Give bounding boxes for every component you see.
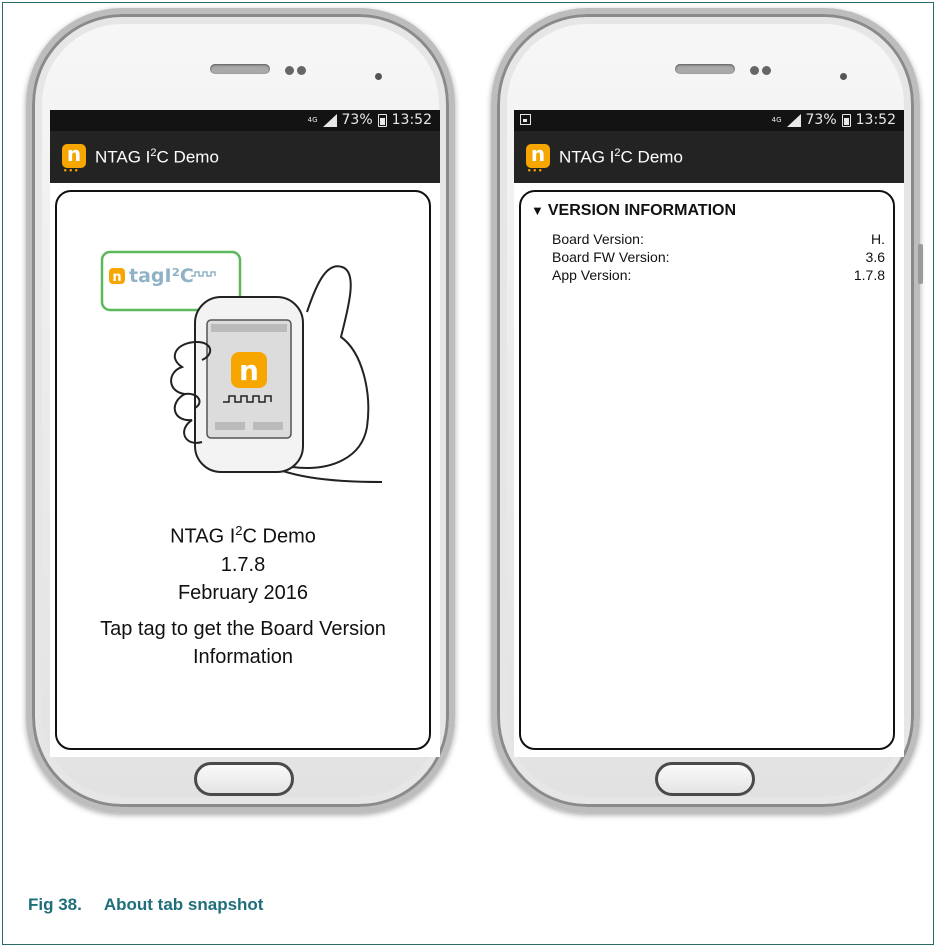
app-logo-icon: n ••• — [62, 144, 86, 175]
svg-text:n: n — [239, 354, 259, 387]
about-app-name: NTAG I2C Demo — [170, 523, 316, 548]
clock: 13:52 — [391, 112, 432, 128]
figure-title: About tab snapshot — [103, 895, 264, 914]
figure-caption: Fig 38. About tab snapshot — [28, 895, 263, 915]
figure-number: Fig 38. — [28, 895, 82, 914]
proximity-sensor — [285, 66, 294, 75]
version-info-header[interactable]: ▼ VERSION INFORMATION — [531, 202, 736, 220]
battery-percent: 73% — [805, 112, 837, 128]
home-button[interactable] — [194, 762, 294, 796]
clock: 13:52 — [855, 112, 896, 128]
app-title: NTAG I2C Demo — [95, 147, 219, 167]
version-label: Board Version: — [552, 231, 644, 247]
gallery-notification-icon — [520, 114, 531, 125]
phone-right: 4G 73% 13:52 n ••• NTAG I2C Demo ▼ VERSION… — [491, 8, 923, 813]
action-bar: n ••• NTAG I2C Demo — [514, 131, 904, 183]
status-bar: 4G 73% 13:52 — [50, 110, 440, 131]
about-date: February 2016 — [177, 581, 309, 604]
action-bar: n ••• NTAG I2C Demo — [50, 131, 440, 183]
screen-about: 4G 73% 13:52 n ••• NTAG I2C Demo n tagI²C — [50, 110, 440, 757]
version-info-panel: ▼ VERSION INFORMATION Board Version: H. B… — [519, 190, 895, 750]
version-row: App Version: 1.7.8 — [552, 266, 885, 284]
screen-version-info: 4G 73% 13:52 n ••• NTAG I2C Demo ▼ VERSION… — [514, 110, 904, 757]
app-title: NTAG I2C Demo — [559, 147, 683, 167]
light-sensor — [762, 66, 771, 75]
svg-text:n: n — [112, 270, 121, 285]
earpiece-speaker — [675, 64, 735, 74]
home-button[interactable] — [655, 762, 755, 796]
battery-icon — [841, 113, 851, 127]
about-version: 1.7.8 — [220, 553, 266, 576]
front-camera — [375, 73, 382, 80]
tap-instruction: Tap tag to get the Board Version Informa… — [100, 617, 386, 668]
version-value: H. — [871, 231, 885, 247]
version-label: App Version: — [552, 267, 632, 283]
signal-icon — [786, 113, 801, 127]
version-row: Board FW Version: 3.6 — [552, 248, 885, 266]
version-value: 1.7.8 — [853, 267, 885, 283]
collapse-triangle-icon[interactable]: ▼ — [531, 203, 544, 218]
network-type-icon: 4G — [771, 115, 782, 124]
light-sensor — [297, 66, 306, 75]
version-info-list: Board Version: H. Board FW Version: 3.6 … — [552, 230, 885, 284]
version-value: 3.6 — [865, 249, 885, 265]
earpiece-speaker — [210, 64, 270, 74]
battery-icon — [377, 113, 387, 127]
status-bar: 4G 73% 13:52 — [514, 110, 904, 131]
front-camera — [840, 73, 847, 80]
version-label: Board FW Version: — [552, 249, 670, 265]
about-text-block: NTAG I2C Demo 1.7.8 February 2016 Tap ta… — [57, 517, 429, 671]
battery-percent: 73% — [341, 112, 373, 128]
phone-left: 4G 73% 13:52 n ••• NTAG I2C Demo n tagI²C — [26, 8, 455, 813]
hand-holding-phone-illustration: n tagI²C n — [100, 250, 383, 483]
signal-icon — [322, 113, 337, 127]
tag-logo-text: tagI²C — [129, 265, 194, 287]
power-key[interactable] — [918, 244, 923, 284]
network-type-icon: 4G — [307, 115, 318, 124]
about-panel: n tagI²C n NTAG I2C Demo 1.7.8 February … — [55, 190, 431, 750]
version-row: Board Version: H. — [552, 230, 885, 248]
proximity-sensor — [750, 66, 759, 75]
app-logo-icon: n ••• — [526, 144, 550, 175]
